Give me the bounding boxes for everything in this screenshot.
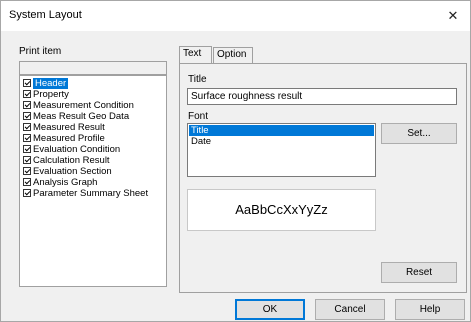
title-input[interactable]: Surface roughness result <box>187 88 457 105</box>
checkbox-icon[interactable] <box>23 167 31 175</box>
print-item-calculation-result[interactable]: Calculation Result <box>23 156 110 166</box>
print-item-evaluation-condition[interactable]: Evaluation Condition <box>23 145 120 155</box>
print-item-measured-profile[interactable]: Measured Profile <box>23 134 105 144</box>
font-preview: AaBbCcXxYyZz <box>187 189 376 231</box>
text-tab-panel: Title Surface roughness result Font Titl… <box>179 63 467 293</box>
print-item-header-strip <box>19 61 167 75</box>
checkbox-icon[interactable] <box>23 134 31 142</box>
ok-button[interactable]: OK <box>235 299 305 320</box>
reset-button[interactable]: Reset <box>381 262 457 283</box>
title-label: Title <box>188 74 207 85</box>
print-item-header[interactable]: Header <box>23 78 69 89</box>
checkbox-icon[interactable] <box>23 123 31 131</box>
print-item-analysis-graph[interactable]: Analysis Graph <box>23 178 97 188</box>
checkbox-icon[interactable] <box>23 189 31 197</box>
window-title: System Layout <box>9 9 82 21</box>
print-item-parameter-summary-sheet[interactable]: Parameter Summary Sheet <box>23 189 148 199</box>
font-list[interactable]: Title Date <box>187 123 376 177</box>
print-item-list[interactable]: Header Property Measurement Condition Me… <box>19 75 167 287</box>
checkbox-icon[interactable] <box>23 178 31 186</box>
checkbox-icon[interactable] <box>23 90 31 98</box>
cancel-button[interactable]: Cancel <box>315 299 385 320</box>
help-button[interactable]: Help <box>395 299 465 320</box>
print-item-property[interactable]: Property <box>23 90 69 100</box>
font-label: Font <box>188 111 209 122</box>
checkbox-icon[interactable] <box>23 112 31 120</box>
print-item-label: Print item <box>19 46 62 57</box>
font-item-title[interactable]: Title <box>189 125 374 136</box>
checkbox-icon[interactable] <box>23 79 31 87</box>
tab-text[interactable]: Text <box>179 46 212 64</box>
set-button[interactable]: Set... <box>381 123 457 144</box>
checkbox-icon[interactable] <box>23 156 31 164</box>
print-item-measurement-condition[interactable]: Measurement Condition <box>23 101 134 111</box>
print-item-measured-result[interactable]: Measured Result <box>23 123 105 133</box>
print-item-evaluation-section[interactable]: Evaluation Section <box>23 167 112 177</box>
font-item-date[interactable]: Date <box>189 136 374 147</box>
tab-option[interactable]: Option <box>213 47 253 63</box>
system-layout-dialog: System Layout ✕ Print item Header Proper… <box>0 0 471 322</box>
print-item-meas-result-geo-data[interactable]: Meas Result Geo Data <box>23 112 129 122</box>
checkbox-icon[interactable] <box>23 145 31 153</box>
checkbox-icon[interactable] <box>23 101 31 109</box>
title-bar: System Layout ✕ <box>1 1 470 31</box>
close-icon[interactable]: ✕ <box>442 5 464 27</box>
